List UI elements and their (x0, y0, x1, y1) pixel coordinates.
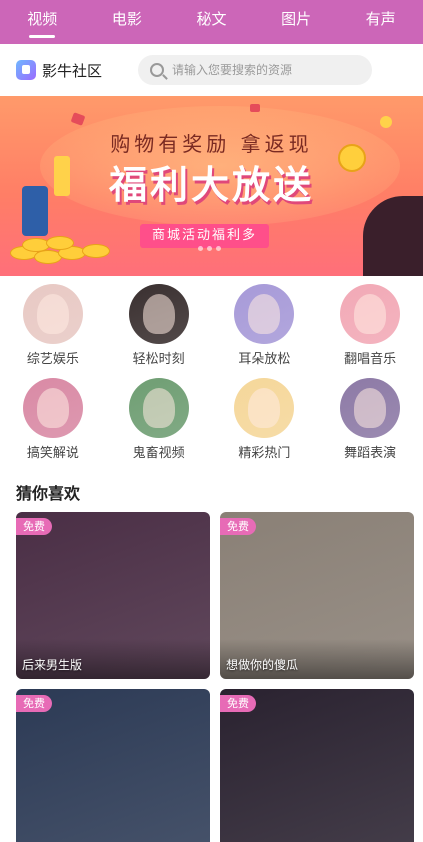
video-card[interactable]: 免费 (220, 689, 414, 842)
category-ear-relax[interactable]: 耳朵放松 (212, 284, 318, 368)
tab-video[interactable]: 视频 (0, 0, 85, 44)
search-input[interactable] (172, 63, 353, 77)
section-title: 猜你喜欢 (16, 484, 81, 503)
category-thumbnail (22, 284, 83, 344)
category-label: 翻唱音乐 (344, 352, 397, 367)
video-title: 后来男生版 (22, 658, 83, 672)
category-label: 精彩热门 (238, 446, 291, 461)
promo-banner[interactable]: 购物有奖励 拿返现 福利大放送 商城活动福利多 (0, 96, 423, 276)
category-thumbnail (234, 378, 295, 438)
video-card[interactable]: 免费 (16, 689, 210, 842)
category-remix-video[interactable]: 鬼畜视频 (106, 378, 212, 462)
banner-pagination (198, 246, 225, 251)
banner-dot[interactable] (216, 246, 221, 251)
confetti-decoration (70, 112, 86, 126)
category-grid: 综艺娱乐 轻松时刻 耳朵放松 翻唱音乐 搞笑解说 鬼畜视频 精彩热门 舞蹈表演 (0, 284, 423, 462)
category-thumbnail (22, 378, 83, 438)
app-logo: 影牛社区 (16, 60, 102, 81)
recommend-grid: 免费 后来男生版 免费 想做你的傻瓜 免费 免费 (16, 512, 414, 842)
tab-secret-text[interactable]: 秘文 (169, 0, 254, 44)
category-thumbnail (234, 284, 295, 344)
search-box[interactable] (138, 55, 373, 85)
free-badge: 免费 (16, 695, 52, 712)
banner-title: 福利大放送 (108, 163, 314, 207)
category-thumbnail (340, 284, 401, 344)
category-label: 鬼畜视频 (132, 446, 185, 461)
category-label: 舞蹈表演 (344, 446, 397, 461)
category-thumbnail (128, 284, 189, 344)
confetti-decoration (250, 104, 260, 112)
confetti-decoration (380, 116, 392, 128)
category-variety[interactable]: 综艺娱乐 (0, 284, 106, 368)
category-dance[interactable]: 舞蹈表演 (317, 378, 423, 462)
free-badge: 免费 (220, 695, 256, 712)
banner-headline: 购物有奖励 拿返现 (110, 132, 313, 156)
category-hot-picks[interactable]: 精彩热门 (212, 378, 318, 462)
app-name: 影牛社区 (42, 61, 103, 80)
category-label: 综艺娱乐 (26, 352, 79, 367)
free-badge: 免费 (220, 518, 256, 535)
tab-movie[interactable]: 电影 (85, 0, 170, 44)
video-title: 想做你的傻瓜 (226, 658, 299, 672)
banner-dot[interactable] (207, 246, 212, 251)
tab-audio[interactable]: 有声 (338, 0, 423, 44)
video-card[interactable]: 免费 想做你的傻瓜 (220, 512, 414, 679)
tab-picture[interactable]: 图片 (254, 0, 339, 44)
category-relax-moment[interactable]: 轻松时刻 (106, 284, 212, 368)
category-label: 搞笑解说 (26, 446, 79, 461)
top-tab-bar: 视频 电影 秘文 图片 有声 (0, 0, 423, 44)
free-badge: 免费 (16, 518, 52, 535)
category-label: 耳朵放松 (238, 352, 291, 367)
header-bar: 影牛社区 (0, 44, 423, 96)
category-cover-music[interactable]: 翻唱音乐 (317, 284, 423, 368)
category-thumbnail (128, 378, 189, 438)
category-label: 轻松时刻 (132, 352, 185, 367)
category-thumbnail (340, 378, 401, 438)
category-funny-commentary[interactable]: 搞笑解说 (0, 378, 106, 462)
app-logo-icon (16, 60, 36, 80)
banner-dot[interactable] (198, 246, 203, 251)
banner-tag: 商城活动福利多 (140, 224, 270, 248)
video-card[interactable]: 免费 后来男生版 (16, 512, 210, 679)
search-icon (150, 63, 165, 77)
